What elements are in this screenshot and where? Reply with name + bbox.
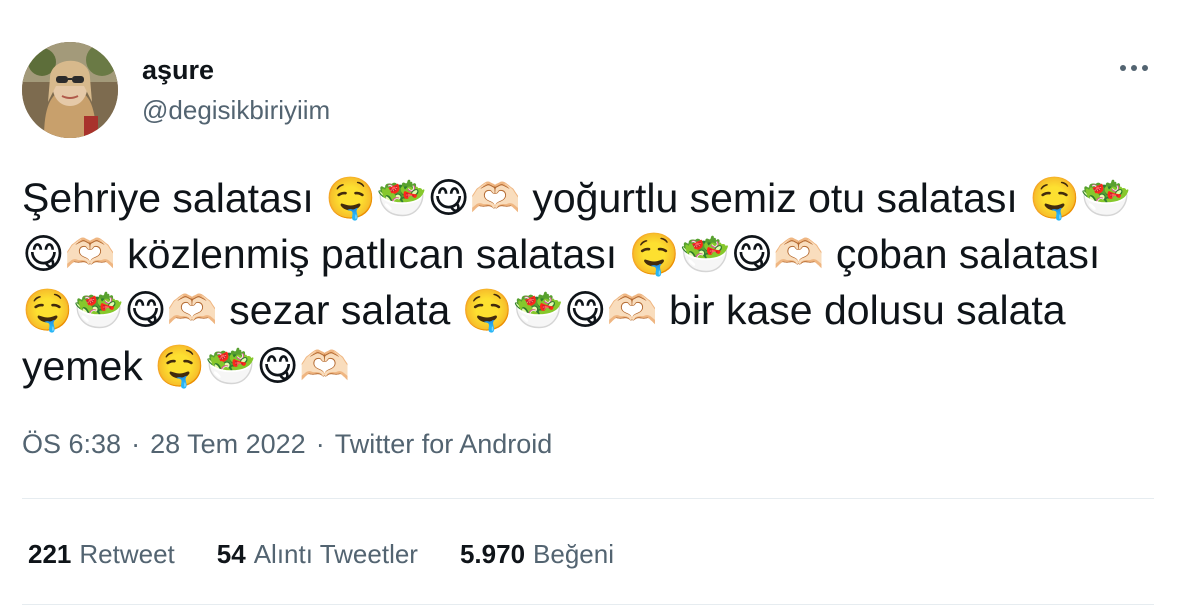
like-label: Beğeni bbox=[533, 539, 615, 569]
quote-count: 54 bbox=[216, 539, 246, 569]
tweet-text: Şehriye salatası 🤤🥗😋🫶🏻 yoğurtlu semiz ot… bbox=[22, 170, 1152, 394]
tweet-text-content: Şehriye salatası 🤤🥗😋🫶🏻 yoğurtlu semiz ot… bbox=[22, 175, 1132, 389]
tweet-source[interactable]: Twitter for Android bbox=[335, 428, 553, 460]
display-name[interactable]: aşure bbox=[142, 54, 214, 86]
more-horizontal-icon bbox=[1120, 65, 1148, 71]
meta-separator: · bbox=[131, 429, 141, 459]
avatar[interactable] bbox=[22, 42, 118, 138]
tweet-date[interactable]: 28 Tem 2022 bbox=[150, 428, 306, 460]
avatar-image bbox=[22, 42, 118, 138]
quote-label: Alıntı Tweetler bbox=[253, 539, 418, 569]
retweet-count: 221 bbox=[28, 539, 72, 569]
tweet-time[interactable]: ÖS 6:38 bbox=[22, 428, 121, 460]
likes-stat[interactable]: 5.970 Beğeni bbox=[460, 538, 614, 570]
tweet-metadata: ÖS 6:38 · 28 Tem 2022 · Twitter for Andr… bbox=[22, 428, 552, 460]
user-handle[interactable]: @degisikbiriyiim bbox=[142, 95, 330, 125]
divider bbox=[22, 604, 1154, 605]
retweet-label: Retweet bbox=[79, 539, 175, 569]
meta-separator: · bbox=[315, 429, 325, 459]
divider bbox=[22, 498, 1154, 499]
retweets-stat[interactable]: 221 Retweet bbox=[28, 538, 175, 570]
more-options-button[interactable] bbox=[1116, 56, 1152, 80]
like-count: 5.970 bbox=[459, 539, 526, 569]
tweet-stats: 221 Retweet 54 Alıntı Tweetler 5.970 Beğ… bbox=[28, 536, 656, 572]
quote-tweets-stat[interactable]: 54 Alıntı Tweetler bbox=[217, 538, 418, 570]
